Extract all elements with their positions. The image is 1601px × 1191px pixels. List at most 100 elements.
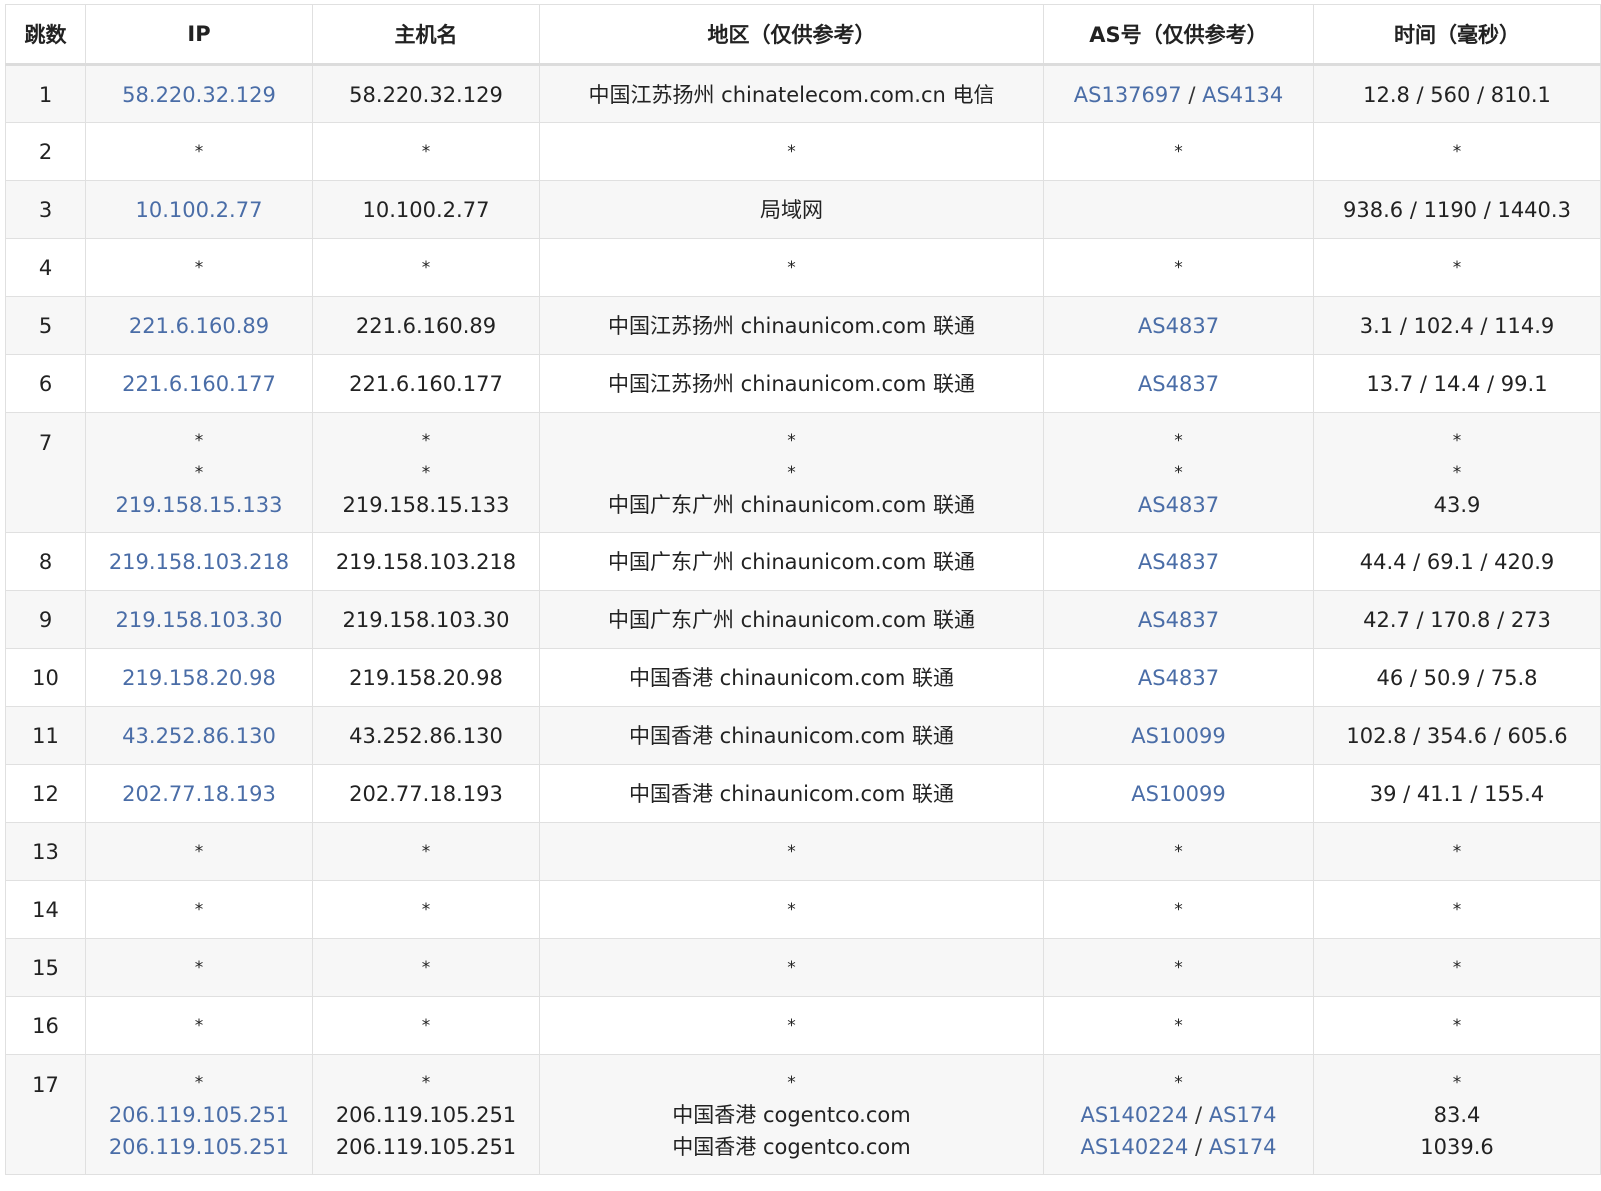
- no-response-marker: *: [1452, 463, 1462, 483]
- as-separator: /: [1188, 1103, 1209, 1127]
- ip-cell: *: [85, 880, 313, 939]
- as-cell: *: [1043, 238, 1314, 297]
- as-link[interactable]: AS140224: [1080, 1103, 1188, 1127]
- as-link[interactable]: AS4837: [1138, 608, 1219, 632]
- as-cell: *: [1043, 122, 1314, 181]
- ip-link[interactable]: 206.119.105.251: [86, 1099, 312, 1131]
- time-text: 44.4 / 69.1 / 420.9: [1359, 550, 1555, 574]
- as-link[interactable]: AS4837: [1138, 666, 1219, 690]
- region-text: 局域网: [760, 198, 823, 222]
- as-separator: /: [1188, 1135, 1209, 1159]
- table-row: 6 221.6.160.177 221.6.160.177 中国江苏扬州 chinau…: [5, 354, 1601, 413]
- hostname-cell: *: [312, 880, 540, 939]
- region-cell: 中国广东广州 chinaunicom.com 联通: [539, 532, 1044, 591]
- region-cell: * * 中国广东广州 chinaunicom.com 联通: [539, 412, 1044, 533]
- ip-link[interactable]: 43.252.86.130: [86, 720, 312, 752]
- hostname-text: 206.119.105.251: [335, 1135, 517, 1159]
- ip-cell-content: * 206.119.105.251 206.119.105.251: [86, 1066, 312, 1163]
- as-link[interactable]: AS137697: [1074, 83, 1182, 107]
- as-link[interactable]: AS4837: [1138, 314, 1219, 338]
- ip-link[interactable]: 206.119.105.251: [86, 1131, 312, 1163]
- table-row: 13 * * * * *: [5, 822, 1601, 881]
- no-response-marker: *: [194, 258, 204, 278]
- as-link[interactable]: AS4837: [1138, 493, 1219, 517]
- region-text: 中国江苏扬州 chinaunicom.com 联通: [607, 372, 976, 396]
- hop-cell: 6: [5, 354, 86, 413]
- hostname-cell: 10.100.2.77: [312, 180, 540, 239]
- as-line: AS140224 / AS174: [1044, 1131, 1313, 1163]
- ip-link[interactable]: 219.158.15.133: [86, 489, 312, 521]
- no-response-marker: *: [1452, 958, 1462, 978]
- hop-cell: 3: [5, 180, 86, 239]
- ip-cell: * 206.119.105.251 206.119.105.251: [85, 1054, 313, 1175]
- as-link[interactable]: AS4134: [1202, 83, 1283, 107]
- as-cell: AS4837: [1043, 532, 1314, 591]
- ip-cell: 221.6.160.177: [85, 354, 313, 413]
- hostname-text: 206.119.105.251: [335, 1103, 517, 1127]
- as-link[interactable]: AS4837: [1138, 372, 1219, 396]
- hostname-cell-content: *: [313, 1009, 539, 1042]
- ip-link[interactable]: 202.77.18.193: [86, 778, 312, 810]
- time-cell-content: *: [1314, 251, 1600, 284]
- hostname-cell: *: [312, 996, 540, 1055]
- as-link[interactable]: AS140224: [1080, 1135, 1188, 1159]
- as-cell-content: *: [1044, 893, 1313, 926]
- hop-number: 11: [32, 724, 59, 748]
- as-link[interactable]: AS10099: [1131, 724, 1226, 748]
- region-cell: 中国香港 chinaunicom.com 联通: [539, 706, 1044, 765]
- ip-link[interactable]: 10.100.2.77: [86, 194, 312, 226]
- ip-cell: 219.158.103.218: [85, 532, 313, 591]
- ip-link[interactable]: 221.6.160.89: [86, 310, 312, 342]
- hostname-cell: 43.252.86.130: [312, 706, 540, 765]
- hop-number: 8: [38, 550, 53, 574]
- time-cell-content: 46 / 50.9 / 75.8: [1314, 661, 1600, 694]
- no-response-marker: *: [194, 842, 204, 862]
- no-response-marker: *: [194, 900, 204, 920]
- region-cell: 中国香港 chinaunicom.com 联通: [539, 648, 1044, 707]
- time-cell: 13.7 / 14.4 / 99.1: [1313, 354, 1601, 413]
- no-response-marker: *: [787, 258, 796, 278]
- ip-cell: * * 219.158.15.133: [85, 412, 313, 533]
- no-response-marker: *: [421, 258, 431, 278]
- hostname-text: 43.252.86.130: [349, 724, 503, 748]
- as-line: AS4837: [1044, 662, 1313, 694]
- as-cell: AS4837: [1043, 590, 1314, 649]
- time-text: 102.8 / 354.6 / 605.6: [1346, 724, 1568, 748]
- table-body: 1 58.220.32.129 58.220.32.129 中国江苏扬州 chinat…: [5, 64, 1601, 1175]
- region-cell: *: [539, 938, 1044, 997]
- hop-cell: 12: [5, 764, 86, 823]
- as-cell: *: [1043, 880, 1314, 939]
- region-cell: *: [539, 238, 1044, 297]
- as-link[interactable]: AS10099: [1131, 782, 1226, 806]
- region-cell: *: [539, 122, 1044, 181]
- no-response-marker: *: [194, 958, 204, 978]
- hop-number: 4: [38, 256, 53, 280]
- hostname-text: 221.6.160.177: [349, 372, 503, 396]
- ip-link[interactable]: 219.158.103.30: [86, 604, 312, 636]
- hostname-cell-content: 219.158.20.98: [313, 661, 539, 694]
- ip-cell-content: *: [86, 951, 312, 984]
- ip-cell-content: 219.158.103.218: [86, 545, 312, 578]
- region-text: 中国香港 cogentco.com: [672, 1103, 911, 1127]
- ip-link[interactable]: 58.220.32.129: [86, 79, 312, 111]
- no-response-marker: *: [787, 463, 796, 483]
- as-link[interactable]: AS174: [1209, 1135, 1277, 1159]
- ip-link[interactable]: 219.158.20.98: [86, 662, 312, 694]
- as-link[interactable]: AS4837: [1138, 550, 1219, 574]
- no-response-marker: *: [1174, 958, 1183, 978]
- as-line: AS10099: [1044, 720, 1313, 752]
- as-line: AS4837: [1044, 546, 1313, 578]
- as-cell: [1043, 180, 1314, 239]
- as-cell-content: AS10099: [1044, 777, 1313, 810]
- as-cell: * AS140224 / AS174 AS140224 / AS174: [1043, 1054, 1314, 1175]
- as-line: AS137697 / AS4134: [1044, 79, 1313, 111]
- no-response-marker: *: [787, 431, 796, 451]
- time-cell-content: *: [1314, 1009, 1600, 1042]
- as-link[interactable]: AS174: [1209, 1103, 1277, 1127]
- hop-cell: 9: [5, 590, 86, 649]
- ip-link[interactable]: 221.6.160.177: [86, 368, 312, 400]
- ip-cell-content: *: [86, 135, 312, 168]
- as-cell: *: [1043, 822, 1314, 881]
- time-cell-content: * 83.4 1039.6: [1314, 1066, 1600, 1163]
- ip-link[interactable]: 219.158.103.218: [86, 546, 312, 578]
